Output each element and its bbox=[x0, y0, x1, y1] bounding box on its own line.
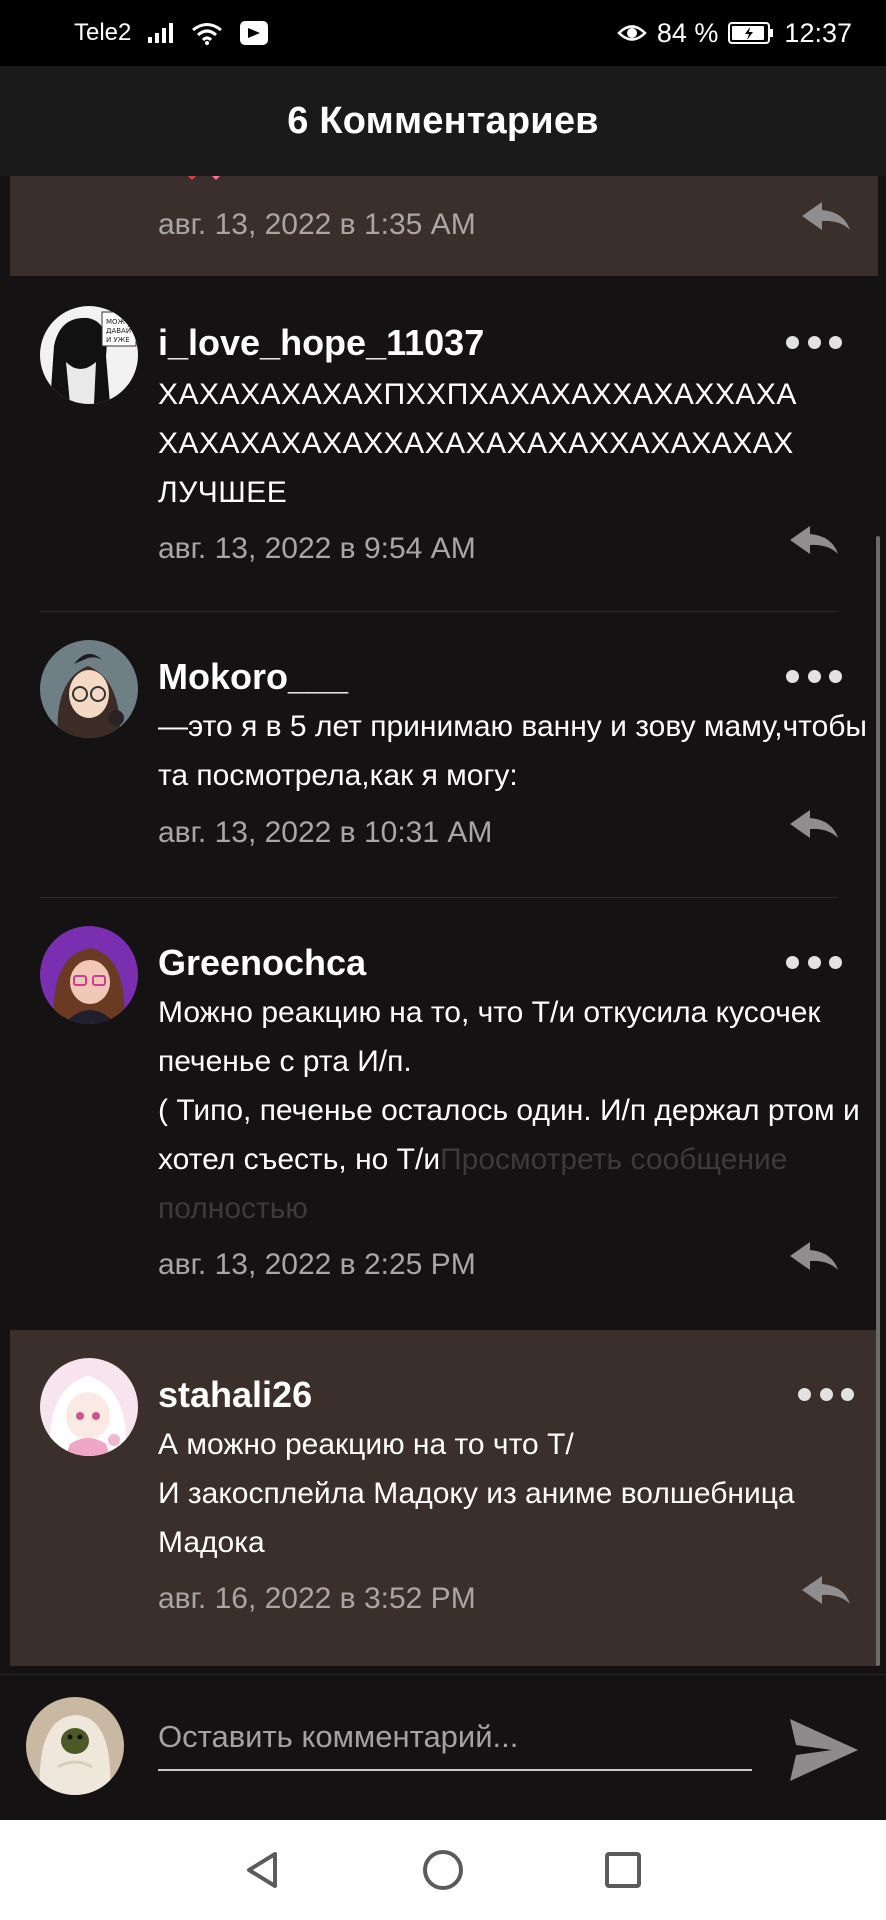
screen: Tele2 84 % 12:37 6 Комментариев авг. 13,… bbox=[0, 0, 886, 1920]
comment-text: —это я в 5 лет принимаю ванну и зову мам… bbox=[158, 710, 867, 792]
more-dot bbox=[819, 1387, 833, 1401]
reply-arrow-icon bbox=[802, 1576, 850, 1604]
eye-comfort-icon bbox=[617, 22, 647, 44]
more-options-button[interactable] bbox=[798, 1384, 854, 1404]
back-button[interactable] bbox=[238, 1845, 288, 1895]
more-dot bbox=[807, 669, 821, 683]
comment-text: ХАХАХАХАХАХПХХПХАХАХАХХАХАХХАХА ХАХАХАХА… bbox=[158, 378, 797, 509]
status-bar: Tele2 84 % 12:37 bbox=[0, 0, 886, 66]
svg-text:МОЖ: МОЖ bbox=[106, 318, 126, 326]
battery-percent: 84 % bbox=[656, 17, 719, 48]
comment-item: Greenochca Можно реакцию на то, что Т/и … bbox=[0, 898, 878, 1330]
comment-text: Можно реакцию на то, что Т/и откусила ку… bbox=[158, 988, 870, 1233]
reply-arrow-icon bbox=[790, 810, 838, 838]
recents-button[interactable] bbox=[598, 1845, 648, 1895]
more-dot bbox=[807, 955, 821, 969]
comment-username[interactable]: stahali26 bbox=[158, 1374, 312, 1416]
status-left: Tele2 bbox=[74, 19, 269, 47]
comment-item: stahali26 А можно реакцию на то что Т/ И… bbox=[10, 1330, 878, 1666]
comment-text: А можно реакцию на то что Т/ И закосплей… bbox=[158, 1428, 795, 1559]
reply-arrow-icon bbox=[802, 202, 850, 230]
comment-username[interactable]: Greenochca bbox=[158, 942, 366, 984]
my-avatar[interactable] bbox=[26, 1697, 124, 1795]
more-dot bbox=[829, 955, 842, 969]
send-button[interactable] bbox=[786, 1715, 862, 1785]
comments-list[interactable]: авг. 13, 2022 в 1:35 AM МОЖ ДАВАЙ И УЖЕ bbox=[0, 176, 886, 1674]
comment-input[interactable] bbox=[158, 1705, 752, 1771]
reply-button[interactable] bbox=[786, 522, 842, 562]
clock: 12:37 bbox=[784, 17, 852, 48]
wifi-icon bbox=[191, 21, 223, 45]
more-dot bbox=[798, 1387, 811, 1401]
signal-icon bbox=[147, 22, 175, 44]
more-options-button[interactable] bbox=[786, 332, 842, 352]
more-dot bbox=[807, 335, 821, 349]
comment-username[interactable]: i_love_hope_11037 bbox=[158, 322, 484, 364]
more-options-button[interactable] bbox=[786, 952, 842, 972]
scrollbar[interactable] bbox=[876, 536, 880, 1666]
comment-timestamp: авг. 13, 2022 в 2:25 PM bbox=[158, 1248, 476, 1281]
status-right: 84 % 12:37 bbox=[617, 18, 852, 49]
more-dot bbox=[829, 335, 842, 349]
reply-button[interactable] bbox=[798, 198, 854, 238]
carrier-label: Tele2 bbox=[74, 19, 132, 46]
comment-timestamp: авг. 16, 2022 в 3:52 PM bbox=[158, 1582, 476, 1615]
back-triangle-icon bbox=[247, 1852, 277, 1888]
reply-button[interactable] bbox=[786, 806, 842, 846]
page-title: 6 Комментариев bbox=[287, 99, 599, 142]
comment-item: Mokoro___ —это я в 5 лет принимаю ванну … bbox=[0, 612, 878, 898]
avatar[interactable]: МОЖ ДАВАЙ И УЖЕ bbox=[40, 306, 138, 404]
avatar[interactable] bbox=[40, 640, 138, 738]
svg-text:И УЖЕ: И УЖЕ bbox=[106, 336, 130, 344]
more-dot bbox=[786, 669, 799, 683]
more-dot bbox=[841, 1387, 854, 1401]
avatar[interactable] bbox=[40, 1358, 138, 1456]
recents-square-icon bbox=[605, 1852, 641, 1888]
system-nav-bar bbox=[0, 1820, 886, 1920]
comments-header: 6 Комментариев bbox=[0, 66, 886, 176]
comment-timestamp: авг. 13, 2022 в 1:35 AM bbox=[158, 208, 476, 241]
reply-button[interactable] bbox=[798, 1572, 854, 1612]
home-circle-icon bbox=[423, 1850, 463, 1890]
avatar[interactable] bbox=[40, 926, 138, 1024]
svg-text:ДАВАЙ: ДАВАЙ bbox=[106, 326, 131, 335]
more-dot bbox=[829, 669, 842, 683]
comment-username[interactable]: Mokoro___ bbox=[158, 656, 348, 698]
comment-item: авг. 13, 2022 в 1:35 AM bbox=[10, 176, 878, 276]
more-dot bbox=[786, 955, 799, 969]
battery-icon bbox=[728, 21, 774, 45]
more-options-button[interactable] bbox=[786, 666, 842, 686]
comment-timestamp: авг. 13, 2022 в 10:31 AM bbox=[158, 816, 493, 849]
heart-emoji-icon bbox=[170, 176, 240, 195]
comment-composer bbox=[0, 1674, 886, 1820]
send-icon bbox=[790, 1719, 858, 1781]
reply-arrow-icon bbox=[790, 526, 838, 554]
reply-button[interactable] bbox=[786, 1238, 842, 1278]
more-dot bbox=[786, 335, 799, 349]
home-button[interactable] bbox=[418, 1845, 468, 1895]
comment-item: МОЖ ДАВАЙ И УЖЕ i_love_hope_11037 ХАХАХА… bbox=[0, 276, 878, 612]
comment-timestamp: авг. 13, 2022 в 9:54 AM bbox=[158, 532, 476, 565]
app-notification-icon bbox=[239, 20, 269, 46]
reply-arrow-icon bbox=[790, 1242, 838, 1270]
